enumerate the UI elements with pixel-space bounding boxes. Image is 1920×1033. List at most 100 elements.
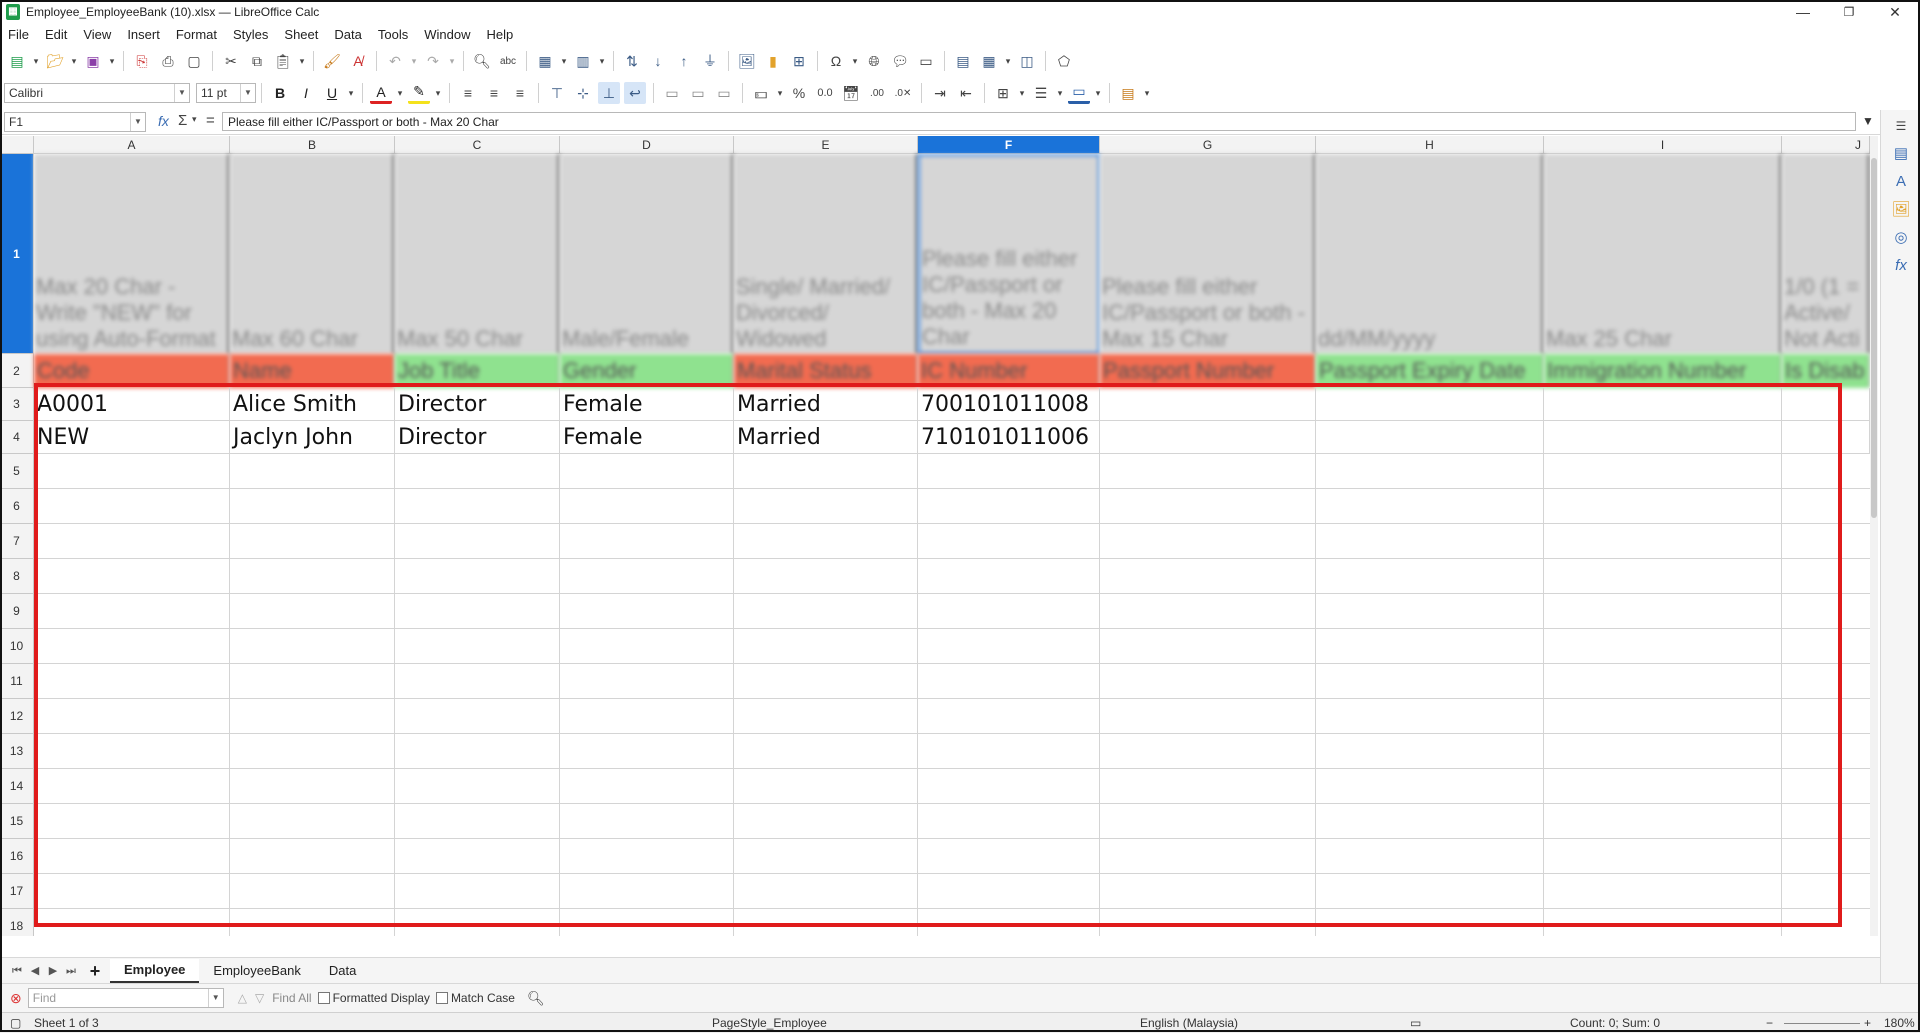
minimize-button[interactable]: — bbox=[1780, 0, 1826, 24]
column-header-e[interactable]: E bbox=[734, 136, 918, 154]
find-replace-icon[interactable]: 🔍︎ bbox=[471, 50, 493, 72]
hint-cell-b1[interactable]: Max 60 Char bbox=[230, 154, 395, 354]
sidebar-menu-icon[interactable]: ☰ bbox=[1889, 114, 1913, 138]
expand-formula-bar-icon[interactable]: ▼ bbox=[1862, 114, 1874, 128]
row-header-14[interactable]: 14 bbox=[0, 769, 34, 804]
decrease-indent-icon[interactable]: ⇤ bbox=[955, 82, 977, 104]
close-find-bar-icon[interactable]: ⊗ bbox=[10, 990, 22, 1007]
spelling-icon[interactable]: abc bbox=[497, 50, 519, 72]
increase-indent-icon[interactable]: ⇥ bbox=[929, 82, 951, 104]
hint-cell-a1[interactable]: Max 20 Char - Write "NEW" for using Auto… bbox=[34, 154, 230, 354]
menu-format[interactable]: Format bbox=[168, 24, 225, 46]
show-draw-functions-icon[interactable]: ⬠ bbox=[1053, 50, 1075, 72]
column-header-b[interactable]: B bbox=[230, 136, 395, 154]
row-header-6[interactable]: 6 bbox=[0, 489, 34, 524]
clone-formatting-icon[interactable]: 🖌︎ bbox=[321, 50, 343, 72]
row-header-12[interactable]: 12 bbox=[0, 699, 34, 734]
menu-file[interactable]: File bbox=[0, 24, 37, 46]
hint-cell-i1[interactable]: Max 25 Char bbox=[1544, 154, 1782, 354]
zoom-out-icon[interactable]: − bbox=[1766, 1016, 1773, 1030]
menu-edit[interactable]: Edit bbox=[37, 24, 75, 46]
comment-icon[interactable]: 💬︎ bbox=[889, 50, 911, 72]
underline-icon[interactable]: U bbox=[321, 82, 343, 104]
function-wizard-icon[interactable]: fx bbox=[158, 113, 169, 129]
headers-footers-icon[interactable]: ▭ bbox=[915, 50, 937, 72]
formula-icon[interactable]: = bbox=[206, 112, 215, 129]
vertical-scroll-thumb[interactable] bbox=[1871, 158, 1877, 518]
menu-tools[interactable]: Tools bbox=[370, 24, 416, 46]
last-sheet-icon[interactable]: ⏭ bbox=[62, 962, 80, 980]
export-pdf-icon[interactable]: ⎘ bbox=[131, 50, 153, 72]
border-style-icon[interactable]: ☰ bbox=[1030, 82, 1052, 104]
hyperlink-icon[interactable]: 🌐︎ bbox=[863, 50, 885, 72]
borders-icon[interactable]: ⊞ bbox=[992, 82, 1014, 104]
delete-decimal-icon[interactable]: .0✕ bbox=[892, 82, 914, 104]
unmerge-cells-icon[interactable]: ▭ bbox=[713, 82, 735, 104]
find-all-button[interactable]: Find All bbox=[272, 991, 311, 1005]
open-folder-icon[interactable]: 📂︎ bbox=[44, 50, 66, 72]
row-header-13[interactable]: 13 bbox=[0, 734, 34, 769]
currency-format-icon[interactable]: 💵︎ bbox=[750, 82, 772, 104]
hint-cell-c1[interactable]: Max 50 Char bbox=[395, 154, 560, 354]
menu-view[interactable]: View bbox=[75, 24, 119, 46]
new-dropdown-icon[interactable]: ▾ bbox=[30, 50, 42, 72]
align-left-icon[interactable]: ≡ bbox=[457, 82, 479, 104]
menu-styles[interactable]: Styles bbox=[225, 24, 276, 46]
row-header-5[interactable]: 5 bbox=[0, 454, 34, 489]
sum-dropdown-icon[interactable]: ▾ bbox=[192, 114, 197, 125]
find-replace-dialog-icon[interactable]: 🔍︎ bbox=[527, 990, 545, 1007]
wrap-text-icon[interactable]: ↩ bbox=[624, 82, 646, 104]
sum-icon[interactable]: Σ bbox=[178, 112, 187, 129]
zoom-level[interactable]: 180% bbox=[1884, 1016, 1915, 1030]
sheet-tab-employee[interactable]: Employee bbox=[110, 959, 200, 983]
gallery-icon[interactable]: 🖼︎ bbox=[1889, 198, 1913, 222]
first-sheet-icon[interactable]: ⏮ bbox=[8, 962, 26, 980]
number-format-icon[interactable]: 0.0 bbox=[814, 82, 836, 104]
italic-icon[interactable]: I bbox=[295, 82, 317, 104]
special-character-dropdown-icon[interactable]: ▾ bbox=[849, 50, 861, 72]
border-color-icon[interactable]: ▭ bbox=[1068, 83, 1090, 104]
find-next-icon[interactable]: ▽ bbox=[255, 991, 264, 1005]
currency-dropdown-icon[interactable]: ▾ bbox=[774, 82, 786, 104]
formatted-display-checkbox[interactable] bbox=[317, 992, 330, 1004]
properties-icon[interactable]: ▤ bbox=[1889, 142, 1913, 166]
hint-cell-d1[interactable]: Male/Female bbox=[560, 154, 734, 354]
row-header-18[interactable]: 18 bbox=[0, 909, 34, 936]
underline-dropdown-icon[interactable]: ▾ bbox=[345, 82, 357, 104]
conditional-dropdown-icon[interactable]: ▾ bbox=[1141, 82, 1153, 104]
column-header-j[interactable]: J bbox=[1782, 136, 1870, 154]
insert-chart-icon[interactable]: ▮ bbox=[762, 50, 784, 72]
column-icon[interactable]: ▥ bbox=[572, 50, 594, 72]
align-center-icon[interactable]: ≡ bbox=[483, 82, 505, 104]
conditional-format-icon[interactable]: ▤ bbox=[1117, 82, 1139, 104]
row-header-16[interactable]: 16 bbox=[0, 839, 34, 874]
border-color-dropdown-icon[interactable]: ▾ bbox=[1092, 82, 1104, 104]
column-header-c[interactable]: C bbox=[395, 136, 560, 154]
undo-icon[interactable]: ↶ bbox=[384, 50, 406, 72]
count-sum-status[interactable]: Count: 0; Sum: 0 bbox=[1570, 1016, 1660, 1030]
border-style-dropdown-icon[interactable]: ▾ bbox=[1054, 82, 1066, 104]
font-name-combo[interactable]: Calibri ▼ bbox=[4, 83, 190, 103]
match-case-checkbox[interactable] bbox=[435, 992, 448, 1004]
styles-icon[interactable]: A bbox=[1889, 170, 1913, 194]
print-icon[interactable]: ⎙ bbox=[157, 50, 179, 72]
row-header-10[interactable]: 10 bbox=[0, 629, 34, 664]
save-icon[interactable]: ▣ bbox=[82, 50, 104, 72]
insert-image-icon[interactable]: 🖼︎ bbox=[736, 50, 758, 72]
merge-cells-icon[interactable]: ▭ bbox=[687, 82, 709, 104]
freeze-dropdown-icon[interactable]: ▾ bbox=[1002, 50, 1014, 72]
column-header-d[interactable]: D bbox=[560, 136, 734, 154]
pivot-table-icon[interactable]: ⊞ bbox=[788, 50, 810, 72]
undo-dropdown-icon[interactable]: ▾ bbox=[408, 50, 420, 72]
close-button[interactable]: ✕ bbox=[1872, 0, 1918, 24]
column-dropdown-icon[interactable]: ▾ bbox=[596, 50, 608, 72]
paste-dropdown-icon[interactable]: ▾ bbox=[296, 50, 308, 72]
column-header-f[interactable]: F bbox=[918, 136, 1100, 154]
row-header-17[interactable]: 17 bbox=[0, 874, 34, 909]
row-icon[interactable]: ▦ bbox=[534, 50, 556, 72]
hint-cell-e1[interactable]: Single/ Married/ Divorced/ Widowed bbox=[734, 154, 918, 354]
language-status[interactable]: English (Malaysia) bbox=[1140, 1016, 1238, 1030]
name-box[interactable]: F1 ▼ bbox=[4, 112, 146, 132]
select-all-corner[interactable] bbox=[0, 136, 34, 154]
freeze-rows-columns-icon[interactable]: ▦ bbox=[978, 50, 1000, 72]
